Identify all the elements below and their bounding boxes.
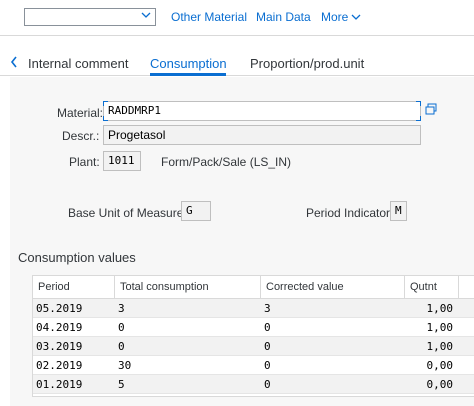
cell-corrected-value[interactable]: 0 (261, 356, 405, 375)
cell-corrected-value[interactable]: 3 (261, 299, 405, 318)
cell-total-consumption[interactable]: 0 (115, 337, 261, 356)
cell-total-consumption[interactable]: 0 (115, 318, 261, 337)
main-data-link[interactable]: Main Data (256, 10, 311, 24)
column-header-total-consumption[interactable]: Total consumption (115, 276, 261, 299)
cell-period[interactable]: 02.2019 (33, 356, 115, 375)
descr-label: Descr.: (62, 129, 100, 143)
period-indicator-label: Period Indicator: (306, 206, 394, 220)
base-uom-field[interactable]: G (181, 201, 211, 221)
material-field[interactable]: RADDMRP1 (103, 101, 421, 121)
active-tab-indicator (150, 73, 226, 76)
value-help-icon[interactable] (422, 102, 440, 120)
focus-corner (103, 116, 108, 121)
tab-consumption[interactable]: Consumption (150, 56, 227, 71)
more-label: More (321, 10, 349, 24)
toolbar: Other Material Main Data More (0, 0, 474, 36)
cell-corrected-value[interactable]: 0 (261, 318, 405, 337)
cell-period[interactable]: 01.2019 (33, 375, 115, 394)
base-uom-label: Base Unit of Measure: (68, 206, 187, 220)
table-row[interactable]: 05.2019 3 3 1,00 (33, 299, 474, 318)
chevron-left-icon[interactable] (10, 56, 18, 70)
cell-corrected-value[interactable]: 0 (261, 375, 405, 394)
description-field[interactable]: Progetasol (103, 125, 421, 145)
cell-qutnt[interactable]: 1,00 (405, 337, 459, 356)
table-header: Period Total consumption Corrected value… (33, 276, 474, 299)
material-label: Material: (57, 106, 104, 120)
focus-corner (416, 116, 421, 121)
more-menu-button[interactable]: More (321, 10, 361, 25)
focus-corner (416, 101, 421, 106)
column-header-corrected-value[interactable]: Corrected value (261, 276, 405, 299)
cell-period[interactable]: 03.2019 (33, 337, 115, 356)
period-indicator-field[interactable]: M (390, 201, 407, 221)
column-header-qutnt[interactable]: Qutnt (405, 276, 459, 299)
table-row[interactable]: 03.2019 0 0 1,00 (33, 337, 474, 356)
table-row[interactable]: 01.2019 5 0 0,00 (33, 375, 474, 394)
tab-proportion-prod-unit[interactable]: Proportion/prod.unit (250, 56, 364, 71)
cell-corrected-value[interactable]: 0 (261, 337, 405, 356)
other-material-link[interactable]: Other Material (171, 10, 247, 24)
tab-internal-comment[interactable]: Internal comment (28, 56, 128, 71)
chevron-down-icon (351, 11, 361, 25)
cell-qutnt[interactable]: 0,00 (405, 375, 459, 394)
cell-period[interactable]: 05.2019 (33, 299, 115, 318)
plant-label: Plant: (69, 155, 100, 169)
column-header-period[interactable]: Period (33, 276, 115, 299)
plant-description: Form/Pack/Sale (LS_IN) (161, 155, 292, 169)
cell-total-consumption[interactable]: 30 (115, 356, 261, 375)
plant-field[interactable]: 1011 (103, 151, 141, 171)
table-row[interactable]: 02.2019 30 0 0,00 (33, 356, 474, 375)
cell-total-consumption[interactable]: 3 (115, 299, 261, 318)
chevron-down-icon (140, 10, 152, 24)
cell-qutnt[interactable]: 1,00 (405, 318, 459, 337)
consumption-values-title: Consumption values (18, 250, 136, 265)
table-row[interactable]: 04.2019 0 0 1,00 (33, 318, 474, 337)
cell-total-consumption[interactable]: 5 (115, 375, 261, 394)
cell-qutnt[interactable]: 0,00 (405, 356, 459, 375)
cell-qutnt[interactable]: 1,00 (405, 299, 459, 318)
focus-corner (103, 101, 108, 106)
consumption-table: Period Total consumption Corrected value… (32, 275, 474, 397)
tab-bar: Internal comment Consumption Proportion/… (0, 36, 474, 76)
cell-period[interactable]: 04.2019 (33, 318, 115, 337)
action-dropdown[interactable] (24, 8, 156, 26)
